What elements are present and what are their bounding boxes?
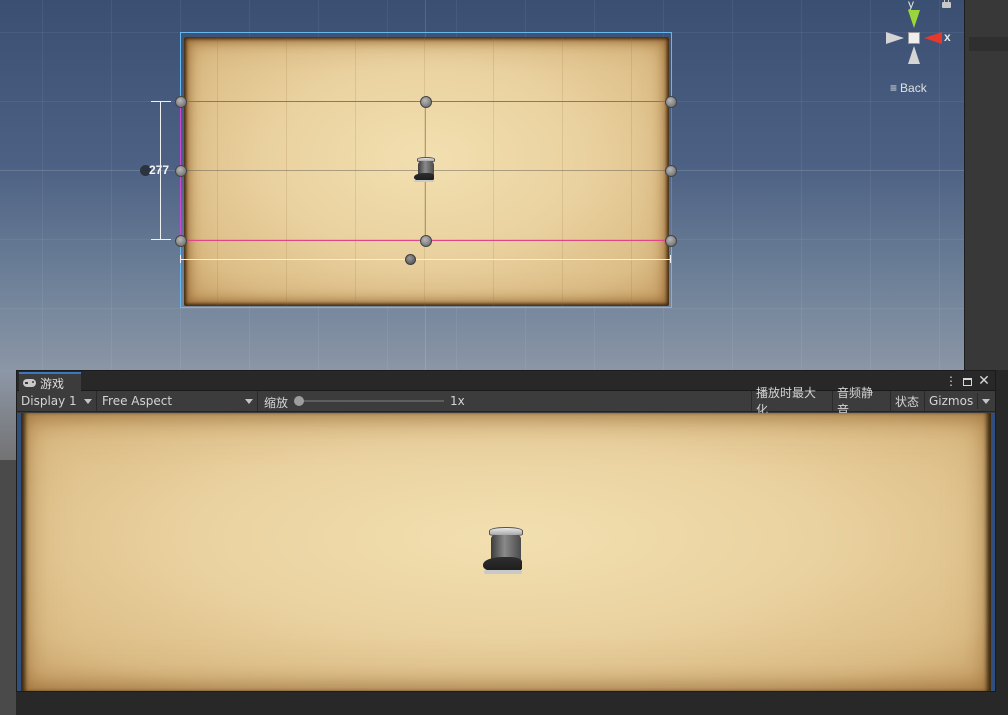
resize-handle-bottom-right[interactable]	[665, 235, 677, 247]
left-edge-strip	[0, 370, 16, 715]
resize-handle-left[interactable]	[175, 165, 187, 177]
aspect-dropdown[interactable]: Free Aspect	[98, 391, 258, 411]
view-back-label: Back	[900, 81, 927, 95]
inspector-strip	[964, 0, 1008, 370]
gizmos-separator	[977, 393, 978, 409]
scale-value: 1x	[450, 394, 465, 408]
resize-handle-top-right[interactable]	[665, 96, 677, 108]
resize-handle-bottom-left[interactable]	[175, 235, 187, 247]
gizmos-toggle[interactable]: Gizmos	[924, 391, 994, 411]
display-dropdown-value: Display 1	[21, 394, 77, 408]
left-edge-sky	[0, 370, 16, 460]
scale-slider-track[interactable]	[298, 400, 444, 402]
chevron-down-icon	[245, 399, 253, 404]
kebab-menu-icon[interactable]: ⋮	[943, 373, 959, 389]
scale-slider-thumb[interactable]	[294, 396, 304, 406]
aspect-dropdown-value: Free Aspect	[102, 394, 173, 408]
display-dropdown[interactable]: Display 1	[17, 391, 97, 411]
gamepad-icon	[23, 379, 36, 387]
gizmo-x-label[interactable]: x	[944, 30, 951, 44]
game-toolbar: Display 1 Free Aspect 缩放 1x 播放时最大化 音频静音 …	[17, 386, 995, 417]
maximize-icon[interactable]	[959, 373, 975, 389]
view-back-button[interactable]: ≡ Back	[890, 80, 927, 96]
chevron-down-icon	[84, 399, 92, 404]
gizmo-center-cube[interactable]	[908, 32, 920, 44]
inspector-slot	[969, 37, 1008, 51]
boot-sprite-scene[interactable]	[414, 157, 438, 183]
tab-game-label: 游戏	[40, 376, 65, 391]
resize-handle-bottom[interactable]	[420, 235, 432, 247]
boot-sole	[414, 180, 435, 183]
scene-view[interactable]: 277 y x ≡ Back	[0, 0, 964, 370]
chevron-down-icon[interactable]	[982, 399, 990, 404]
gizmo-x-axis-cone[interactable]	[924, 32, 942, 44]
hamburger-icon: ≡	[890, 81, 898, 95]
resize-handle-top[interactable]	[420, 96, 432, 108]
gizmo-neg-x-cone[interactable]	[886, 32, 904, 44]
boot-sprite-game	[483, 527, 529, 575]
lock-body	[942, 2, 951, 8]
game-viewport[interactable]	[17, 413, 995, 691]
gizmo-neg-y-cone[interactable]	[908, 46, 920, 64]
mute-audio-toggle[interactable]: 音频静音	[832, 386, 888, 417]
maximize-on-play-toggle[interactable]: 播放时最大化	[751, 386, 831, 417]
width-measure-tick-right	[670, 255, 671, 263]
width-measure-guide	[180, 255, 671, 263]
game-view-window: 游戏 ⋮ ✕ Display 1 Free Aspect 缩放 1x 播放时最大…	[16, 370, 996, 692]
boot-sole	[483, 570, 522, 575]
stats-toggle[interactable]: 状态	[890, 391, 923, 411]
rect-height-label: 277	[149, 163, 170, 177]
width-measure-tick-left	[180, 255, 181, 263]
lock-icon[interactable]	[942, 0, 951, 8]
close-icon[interactable]: ✕	[976, 373, 992, 389]
scale-label: 缩放	[264, 396, 289, 410]
resize-handle-top-left[interactable]	[175, 96, 187, 108]
gizmos-label: Gizmos	[929, 394, 974, 408]
pivot-handle[interactable]	[405, 254, 416, 265]
tab-game[interactable]: 游戏	[19, 372, 81, 392]
gizmo-y-axis-cone[interactable]	[908, 10, 920, 28]
boot-shaft	[491, 534, 521, 560]
resize-handle-right[interactable]	[665, 165, 677, 177]
